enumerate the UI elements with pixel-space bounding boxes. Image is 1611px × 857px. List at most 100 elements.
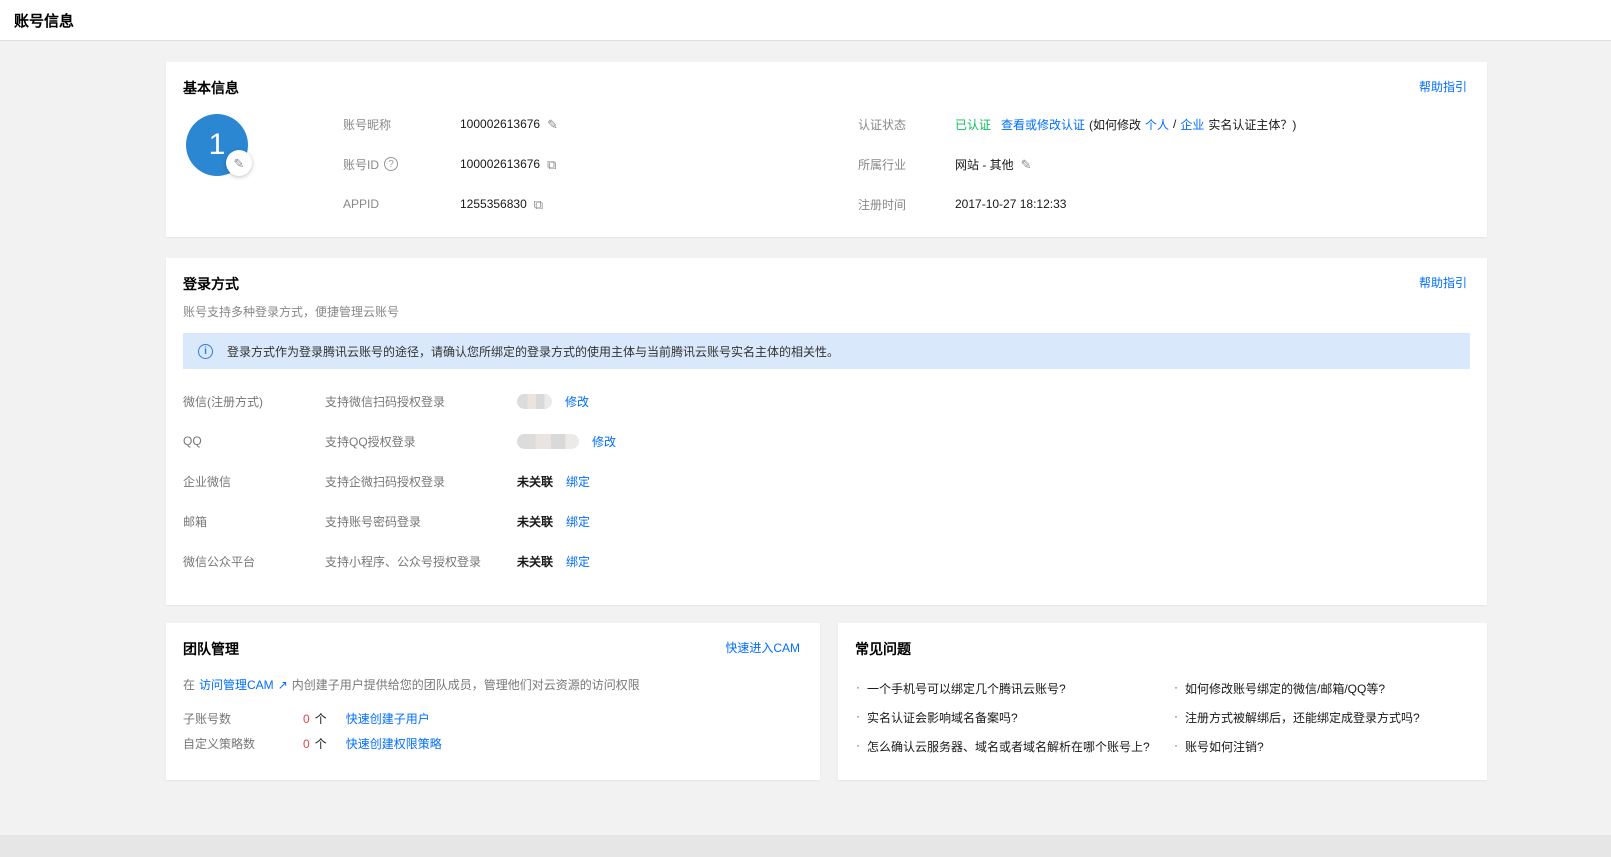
appid-value: 1255356830 <box>460 197 527 211</box>
login-method-desc: 支持账号密码登录 <box>325 513 517 530</box>
auth-slash: / <box>1173 117 1176 131</box>
faq-item[interactable]: · 实名认证会影响域名备案吗? <box>856 709 1174 738</box>
bind-link[interactable]: 绑定 <box>566 473 590 490</box>
content-area: 基本信息 帮助指引 1 ✎ 账号昵称 100002613676 ✎ <box>166 62 1487 780</box>
modify-link[interactable]: 修改 <box>592 433 616 450</box>
cam-console-link[interactable]: 访问管理CAM <box>199 676 274 693</box>
login-methods-title: 登录方式 <box>183 274 239 294</box>
bullet-icon: · <box>856 680 860 694</box>
faq-title: 常见问题 <box>855 639 911 659</box>
nickname-row: 账号昵称 100002613676 ✎ <box>343 104 858 144</box>
faq-column-right: · 如何修改账号绑定的微信/邮箱/QQ等? · 注册方式被解绑后，还能绑定成登录… <box>1174 680 1420 767</box>
copy-icon[interactable]: ⧉ <box>534 198 543 211</box>
bind-status: 未关联 <box>517 473 553 490</box>
bullet-icon: · <box>1174 680 1178 694</box>
account-id-label: 账号ID <box>343 156 379 173</box>
login-rows: 微信(注册方式) 支持微信扫码授权登录 修改 QQ 支持QQ授权登录 修改 企业… <box>166 369 1487 581</box>
bind-status: 未关联 <box>517 553 553 570</box>
sub-account-count: 0 <box>303 712 310 726</box>
team-title: 团队管理 <box>183 639 239 659</box>
bullet-icon: · <box>1174 709 1178 723</box>
bullet-icon: · <box>856 709 860 723</box>
faq-question: 账号如何注销? <box>1185 738 1264 755</box>
nickname-label: 账号昵称 <box>343 116 460 133</box>
industry-label: 所属行业 <box>858 156 955 173</box>
page-title: 账号信息 <box>14 10 74 31</box>
login-row-qq: QQ 支持QQ授权登录 修改 <box>183 421 1470 461</box>
login-methods-subtitle: 账号支持多种登录方式，便捷管理云账号 <box>166 303 1487 320</box>
basic-fields-right: 认证状态 已认证 查看或修改认证 (如何修改个人 / 企业实名认证主体？) 所属行业… <box>858 104 1296 224</box>
login-row-wechat: 微信(注册方式) 支持微信扫码授权登录 修改 <box>183 381 1470 421</box>
edit-icon[interactable]: ✎ <box>1021 158 1032 171</box>
modify-link[interactable]: 修改 <box>565 393 589 410</box>
faq-item[interactable]: · 如何修改账号绑定的微信/邮箱/QQ等? <box>1174 680 1420 709</box>
custom-policy-count: 0 <box>303 737 310 751</box>
team-desc-prefix: 在 <box>183 676 195 693</box>
auth-note-suffix: 实名认证主体？) <box>1208 116 1296 133</box>
help-circle-icon[interactable]: ? <box>384 157 398 171</box>
bullet-icon: · <box>856 738 860 752</box>
login-row-email: 邮箱 支持账号密码登录 未关联 绑定 <box>183 501 1470 541</box>
auth-note-prefix: (如何修改 <box>1089 116 1141 133</box>
custom-policy-label: 自定义策略数 <box>183 735 303 752</box>
nickname-value: 100002613676 <box>460 117 540 131</box>
login-method-name: 微信公众平台 <box>183 553 325 570</box>
account-id-row: 账号ID ? 100002613676 ⧉ <box>343 144 858 184</box>
faq-question: 怎么确认云服务器、域名或者域名解析在哪个账号上? <box>867 738 1150 755</box>
faq-card: 常见问题 · 一个手机号可以绑定几个腾讯云账号? · 实名认证会影响域名备案吗?… <box>838 623 1487 780</box>
login-method-desc: 支持QQ授权登录 <box>325 433 517 450</box>
team-stats: 子账号数 0 个 快速创建子用户 自定义策略数 0 个 快速创建权限策略 <box>166 693 820 756</box>
auth-personal-link[interactable]: 个人 <box>1145 116 1169 133</box>
sub-account-unit: 个 <box>315 710 327 727</box>
bind-link[interactable]: 绑定 <box>566 553 590 570</box>
login-info-banner-text: 登录方式作为登录腾讯云账号的途径，请确认您所绑定的登录方式的使用主体与当前腾讯云… <box>227 343 839 360</box>
login-method-name: 微信(注册方式) <box>183 393 325 410</box>
copy-icon[interactable]: ⧉ <box>547 158 556 171</box>
login-method-desc: 支持企微扫码授权登录 <box>325 473 517 490</box>
custom-policy-row: 自定义策略数 0 个 快速创建权限策略 <box>183 731 803 756</box>
create-sub-user-link[interactable]: 快速创建子用户 <box>346 710 430 727</box>
login-methods-help-link[interactable]: 帮助指引 <box>1419 274 1467 291</box>
appid-row: APPID 1255356830 ⧉ <box>343 184 858 224</box>
edit-icon[interactable]: ✎ <box>547 118 558 131</box>
enter-cam-link[interactable]: 快速进入CAM <box>725 639 800 656</box>
login-method-name: QQ <box>183 434 325 448</box>
industry-value: 网站 - 其他 <box>955 156 1014 173</box>
custom-policy-unit: 个 <box>315 735 327 752</box>
basic-info-card: 基本信息 帮助指引 1 ✎ 账号昵称 100002613676 ✎ <box>166 62 1487 237</box>
reg-time-row: 注册时间 2017-10-27 18:12:33 <box>858 184 1296 224</box>
faq-question: 如何修改账号绑定的微信/邮箱/QQ等? <box>1185 680 1385 697</box>
auth-modify-link[interactable]: 查看或修改认证 <box>1001 116 1085 133</box>
faq-item[interactable]: · 怎么确认云服务器、域名或者域名解析在哪个账号上? <box>856 738 1174 767</box>
sub-account-label: 子账号数 <box>183 710 303 727</box>
faq-grid: · 一个手机号可以绑定几个腾讯云账号? · 实名认证会影响域名备案吗? · 怎么… <box>838 659 1487 767</box>
auth-enterprise-link[interactable]: 企业 <box>1180 116 1204 133</box>
sub-account-row: 子账号数 0 个 快速创建子用户 <box>183 706 803 731</box>
team-management-card: 团队管理 快速进入CAM 在访问管理CAM ↗ 内创建子用户提供给您的团队成员，… <box>166 623 820 780</box>
faq-item[interactable]: · 注册方式被解绑后，还能绑定成登录方式吗? <box>1174 709 1420 738</box>
auth-status-badge: 已认证 <box>955 116 991 133</box>
team-desc: 在访问管理CAM ↗ 内创建子用户提供给您的团队成员，管理他们对云资源的访问权限 <box>166 676 820 693</box>
auth-status-label: 认证状态 <box>858 116 955 133</box>
basic-fields-left: 账号昵称 100002613676 ✎ 账号ID ? 100002613676 … <box>343 104 858 224</box>
avatar-edit-button[interactable]: ✎ <box>226 150 252 176</box>
login-method-desc: 支持微信扫码授权登录 <box>325 393 517 410</box>
reg-time-label: 注册时间 <box>858 196 955 213</box>
bullet-icon: · <box>1174 738 1178 752</box>
faq-item[interactable]: · 账号如何注销? <box>1174 738 1420 767</box>
reg-time-value: 2017-10-27 18:12:33 <box>955 197 1066 211</box>
login-row-wechat-official: 微信公众平台 支持小程序、公众号授权登录 未关联 绑定 <box>183 541 1470 581</box>
external-link-icon[interactable]: ↗ <box>278 678 288 692</box>
faq-item[interactable]: · 一个手机号可以绑定几个腾讯云账号? <box>856 680 1174 709</box>
create-policy-link[interactable]: 快速创建权限策略 <box>346 735 442 752</box>
info-icon: i <box>198 344 213 359</box>
faq-question: 一个手机号可以绑定几个腾讯云账号? <box>867 680 1066 697</box>
basic-info-help-link[interactable]: 帮助指引 <box>1419 78 1467 95</box>
bind-link[interactable]: 绑定 <box>566 513 590 530</box>
faq-column-left: · 一个手机号可以绑定几个腾讯云账号? · 实名认证会影响域名备案吗? · 怎么… <box>856 680 1174 767</box>
masked-account-value <box>517 434 579 449</box>
page-header: 账号信息 <box>0 0 1611 41</box>
login-row-wecom: 企业微信 支持企微扫码授权登录 未关联 绑定 <box>183 461 1470 501</box>
team-desc-suffix: 内创建子用户提供给您的团队成员，管理他们对云资源的访问权限 <box>292 676 640 693</box>
masked-account-value <box>517 394 552 409</box>
